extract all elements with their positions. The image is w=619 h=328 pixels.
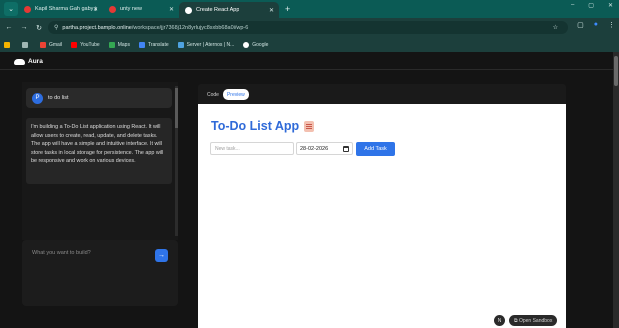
open-sandbox-button[interactable]: ⧉ Open Sandbox [509, 315, 558, 326]
bookmark-gmail[interactable]: Gmail [40, 41, 62, 48]
forward-icon[interactable]: → [18, 24, 30, 31]
browser-tab-active[interactable]: Create React App ✕ [179, 2, 279, 18]
extensions-icon[interactable]: ▢ [577, 21, 584, 29]
apps-icon[interactable] [4, 41, 13, 48]
prompt-text: to do list [48, 95, 69, 101]
grid-icon[interactable] [22, 41, 31, 48]
minimize-icon[interactable]: – [571, 2, 574, 9]
tab-code[interactable]: Code [203, 89, 223, 100]
window-controls: – ▢ ✕ [571, 2, 613, 9]
bookmark-aternos[interactable]: Server | Aternos | N... [177, 41, 234, 48]
new-tab-button[interactable]: + [285, 4, 290, 14]
tab-favicon-icon [109, 5, 116, 13]
react-favicon-icon [185, 6, 192, 14]
tab-close-icon[interactable]: ✕ [269, 7, 274, 14]
due-date-input[interactable]: 28-02-2026 [296, 142, 353, 155]
page-scrollbar[interactable] [613, 52, 619, 328]
tab-close-icon[interactable]: ✕ [93, 6, 98, 13]
date-value: 28-02-2026 [300, 145, 329, 152]
menu-icon[interactable]: ⋮ [608, 21, 615, 29]
maximize-icon[interactable]: ▢ [588, 2, 594, 9]
bookmarks-bar: Gmail YouTube Maps Translate Server | At… [0, 37, 619, 52]
view-toggle: Code Preview [203, 89, 249, 100]
app-page: Aura P to do list I'm building a To-Do L… [0, 52, 613, 328]
add-task-button[interactable]: Add Task [356, 142, 395, 156]
build-input-panel: → [22, 240, 178, 306]
preview-frame: To-Do List App 28-02-2026 Add Task [198, 104, 566, 328]
brand-name: Aura [28, 58, 43, 65]
address-bar[interactable]: ⚲ partha.project.bamplo.online/workspace… [48, 21, 568, 34]
toolbar-actions: ▢ ● ⋮ [577, 21, 615, 29]
avatar: P [32, 92, 43, 104]
user-prompt: P to do list [26, 88, 172, 108]
back-icon[interactable]: ← [3, 24, 15, 31]
tab-strip: ⌄ Kapil Sharma Gah gaby jacasu ✕ unty ne… [0, 0, 619, 18]
page-title: To-Do List App [211, 119, 315, 133]
bookmark-translate[interactable]: Translate [138, 41, 169, 48]
gmail-icon [40, 41, 46, 48]
google-icon [243, 41, 250, 48]
n-badge-button[interactable]: N [494, 315, 505, 326]
bookmark-star-icon[interactable]: ☆ [553, 24, 558, 31]
maps-icon [108, 41, 115, 48]
tab-favicon-icon [24, 5, 31, 13]
reply-text: I'm building a To-Do List application us… [31, 124, 164, 165]
translate-icon [138, 41, 145, 48]
scroll-thumb[interactable] [175, 88, 178, 128]
preview-header: Code Preview [198, 84, 566, 104]
close-window-icon[interactable]: ✕ [608, 2, 613, 9]
build-prompt-input[interactable] [32, 248, 142, 258]
send-button[interactable]: → [155, 249, 168, 262]
new-task-input[interactable] [210, 142, 294, 155]
chat-scrollbar[interactable] [175, 86, 178, 236]
profile-icon[interactable]: ● [594, 21, 598, 29]
memo-icon [304, 120, 315, 132]
calendar-icon[interactable] [343, 146, 349, 152]
scroll-thumb[interactable] [614, 56, 618, 86]
youtube-icon [71, 41, 78, 48]
bookmark-google[interactable]: Google [243, 41, 268, 48]
chat-panel: P to do list I'm building a To-Do List a… [22, 82, 178, 240]
tab-title: Create React App [196, 7, 240, 13]
brand-logo[interactable]: Aura [14, 58, 43, 65]
aternos-icon [177, 41, 184, 48]
assistant-reply: I'm building a To-Do List application us… [26, 118, 172, 184]
tab-close-icon[interactable]: ✕ [169, 6, 174, 13]
sandbox-controls: N ⧉ Open Sandbox [494, 315, 558, 326]
tab-preview[interactable]: Preview [222, 89, 249, 100]
tab-search-icon[interactable]: ⌄ [4, 2, 18, 16]
browser-tab-2[interactable]: unty new ✕ [103, 2, 179, 16]
reload-icon[interactable]: ↻ [33, 24, 45, 32]
browser-toolbar: ← → ↻ ▣ ⚲ partha.project.bamplo.online/w… [0, 18, 619, 37]
url-text: partha.project.bamplo.online/workspace/j… [62, 24, 249, 31]
cloud-icon [14, 58, 25, 65]
browser-tab-1[interactable]: Kapil Sharma Gah gaby jacasu ✕ [18, 2, 103, 16]
header-divider [0, 69, 613, 70]
site-info-icon[interactable]: ⚲ [54, 24, 58, 31]
tab-title: unty new [120, 6, 143, 12]
bookmark-youtube[interactable]: YouTube [71, 41, 100, 48]
tab-title: Kapil Sharma Gah gaby jacasu [35, 6, 97, 12]
browser-window: ⌄ Kapil Sharma Gah gaby jacasu ✕ unty ne… [0, 0, 619, 328]
bookmark-maps[interactable]: Maps [108, 41, 130, 48]
